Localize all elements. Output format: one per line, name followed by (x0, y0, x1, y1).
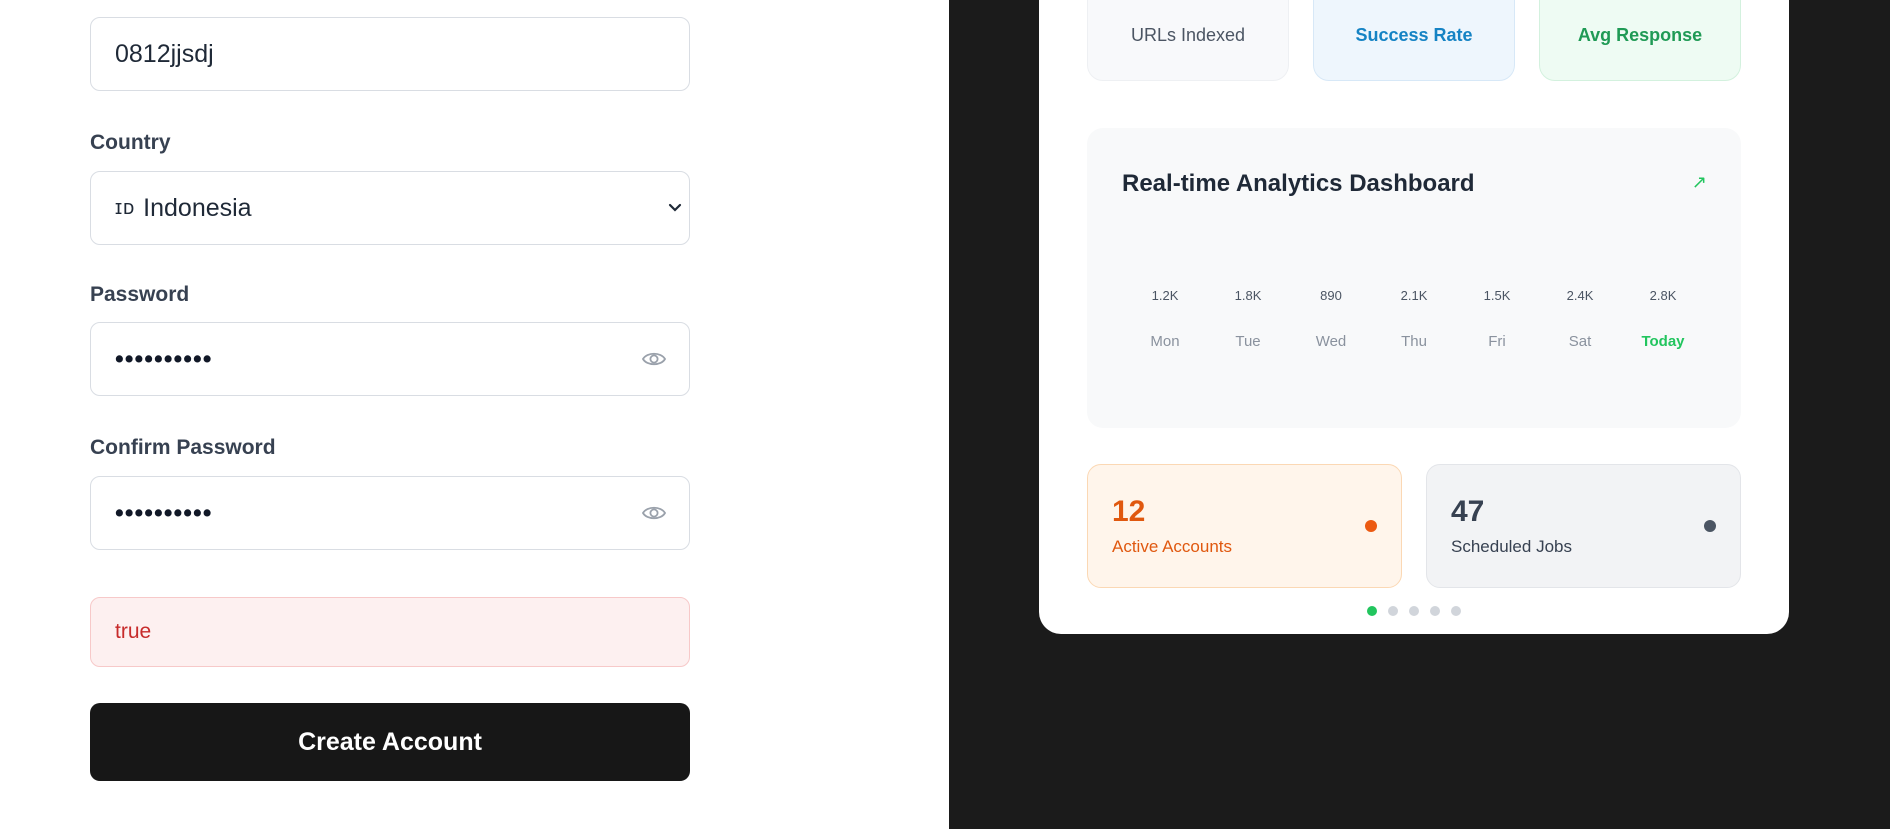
stat-card-avg-response: Avg Response (1539, 0, 1741, 81)
pager-dot[interactable] (1409, 606, 1419, 616)
flag-icon: ɪᴅ (115, 196, 136, 219)
analytics-title: Real-time Analytics Dashboard (1122, 170, 1475, 197)
scheduled-jobs-caption: Scheduled Jobs (1451, 537, 1572, 556)
stat-card-success-rate: Success Rate (1313, 0, 1515, 81)
pager-dot[interactable] (1367, 606, 1377, 616)
day-label: Mon (1150, 333, 1180, 350)
pager-dot[interactable] (1430, 606, 1440, 616)
day-label: Tue (1235, 333, 1261, 350)
stat-caption: Avg Response (1577, 25, 1703, 45)
create-account-label: Create Account (298, 727, 482, 756)
day-value: 1.2K (1151, 288, 1179, 303)
stat-caption: Success Rate (1355, 25, 1473, 45)
active-accounts-card: 12 Active Accounts (1087, 464, 1402, 588)
trend-up-icon: ↗ (1691, 172, 1707, 192)
scheduled-jobs-card: 47 Scheduled Jobs (1426, 464, 1741, 588)
day-label: Thu (1401, 333, 1427, 350)
active-accounts-value: 12 (1112, 495, 1146, 528)
confirm-password-label: Confirm Password (90, 436, 276, 459)
dashboard-preview-card: URLs Indexed Success Rate Avg Response R… (1039, 0, 1789, 634)
pager-dot[interactable] (1388, 606, 1398, 616)
eye-icon[interactable] (641, 350, 667, 368)
eye-icon[interactable] (641, 504, 667, 522)
day-value: 2.8K (1649, 288, 1677, 303)
status-dot-icon (1365, 520, 1377, 532)
day-value: 2.1K (1400, 288, 1428, 303)
password-label: Password (90, 283, 190, 306)
day-label: Wed (1315, 333, 1347, 350)
day-label: Fri (1488, 333, 1506, 350)
day-value: 2.4K (1566, 288, 1594, 303)
country-select[interactable]: ɪᴅ Indonesia (90, 171, 690, 245)
phone-input-value: 0812jjsdj (115, 39, 214, 68)
day-value: 1.8K (1234, 288, 1262, 303)
pager-dot[interactable] (1451, 606, 1461, 616)
stat-caption: URLs Indexed (1130, 25, 1246, 45)
preview-panel: URLs Indexed Success Rate Avg Response R… (949, 0, 1890, 829)
error-text: true (115, 620, 152, 643)
phone-input[interactable]: 0812jjsdj (90, 17, 690, 91)
status-dot-icon (1704, 520, 1716, 532)
day-label: Sat (1568, 333, 1592, 350)
country-select-value: Indonesia (143, 193, 252, 222)
stat-card-urls-indexed: URLs Indexed (1087, 0, 1289, 81)
password-input[interactable]: •••••••••• (90, 322, 690, 396)
day-value: 890 (1320, 288, 1342, 303)
confirm-password-input[interactable]: •••••••••• (90, 476, 690, 550)
chevron-down-icon (668, 203, 682, 212)
carousel-pager (1039, 606, 1789, 616)
confirm-password-value: •••••••••• (115, 498, 213, 527)
password-value: •••••••••• (115, 344, 213, 373)
scheduled-jobs-value: 47 (1451, 495, 1485, 528)
active-accounts-caption: Active Accounts (1112, 537, 1233, 556)
country-label: Country (90, 131, 171, 154)
signup-form-panel: 0812jjsdj Country ɪᴅ Indonesia Password … (0, 0, 949, 829)
create-account-button[interactable]: Create Account (90, 703, 690, 781)
error-message: true (90, 597, 690, 667)
day-value: 1.5K (1483, 288, 1511, 303)
day-label: Today (1641, 333, 1685, 350)
analytics-widget: Real-time Analytics Dashboard ↗ 1.2K Mon… (1087, 128, 1741, 428)
